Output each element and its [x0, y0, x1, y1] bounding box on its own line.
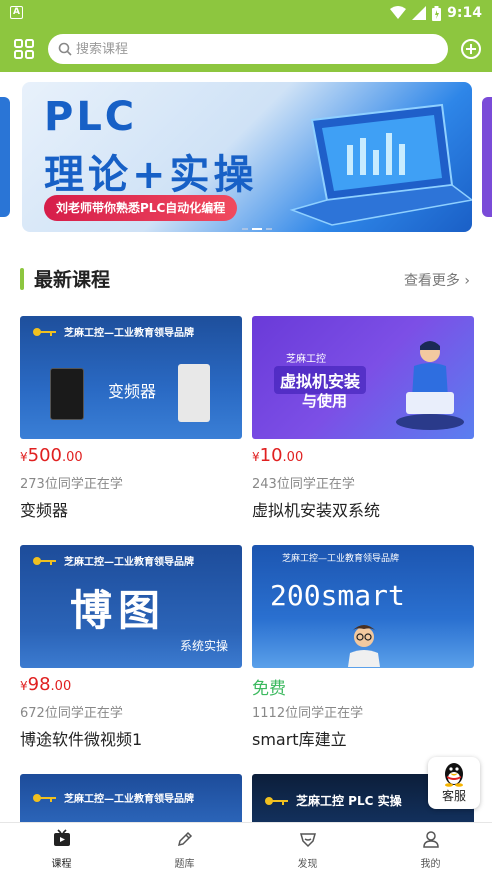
play-tv-icon [53, 829, 70, 846]
thumb-brand: 芝麻工控 PLC 实操 [264, 792, 402, 809]
grid-menu-icon[interactable] [10, 35, 38, 63]
learner-count: 1112位同学正在学 [252, 706, 364, 721]
chevron-right-icon: › [464, 273, 470, 289]
status-bar: A 9:14 [0, 0, 492, 26]
banner-prev-peek[interactable] [0, 97, 10, 217]
banner-slide[interactable]: PLC 理论+实操 刘老师带你熟悉PLC自动化编程 [22, 82, 472, 232]
plus-circle-icon[interactable] [457, 35, 485, 63]
view-more-link[interactable]: 查看更多 › [404, 270, 470, 290]
signal-icon [412, 6, 427, 20]
banner-next-peek[interactable] [482, 97, 492, 217]
course-name[interactable]: 博途软件微视频1 [20, 726, 242, 750]
view-more-label: 查看更多 [403, 273, 460, 289]
discover-shield-icon [299, 833, 316, 848]
qq-penguin-icon [445, 763, 463, 787]
course-thumbnail[interactable]: 芝麻工控—工业教育领导品牌 200smart [252, 545, 474, 668]
customer-service-button[interactable]: 客服 [428, 757, 480, 809]
course-thumbnail[interactable]: 芝麻工控—工业教育领导品牌 变频器 [20, 316, 242, 439]
course-price: ¥500.00 [20, 445, 83, 466]
course-card[interactable]: 芝麻工控—工业教育领导品牌 [20, 774, 242, 822]
person-laptop-illustration [396, 341, 464, 430]
banner-subtitle: 刘老师带你熟悉PLC自动化编程 [44, 195, 238, 221]
key-logo-icon [33, 327, 56, 336]
banner-line1: PLC [44, 94, 138, 140]
course-price: ¥10.00 [252, 445, 304, 466]
course-price: ¥98.00 [20, 674, 72, 695]
tab-label: 我的 [420, 859, 441, 870]
key-logo-icon [33, 793, 56, 802]
tab-profile[interactable]: 我的 [369, 823, 492, 872]
banner-carousel[interactable]: PLC 理论+实操 刘老师带你熟悉PLC自动化编程 [0, 72, 492, 242]
key-logo-icon [33, 556, 56, 565]
scientist-illustration [348, 625, 380, 667]
user-icon [422, 831, 439, 848]
course-thumbnail[interactable]: 芝麻工控 虚拟机安装 与使用 [252, 316, 474, 439]
course-card[interactable]: 芝麻工控—工业教育领导品牌 变频器 ¥500.00 273位同学正在学 变频器 [20, 316, 242, 521]
thumb-brand: 芝麻工控—工业教育领导品牌 [282, 554, 400, 564]
thumb-caption-2: 系统实操 [180, 639, 229, 653]
search-icon [58, 42, 72, 56]
top-bar [0, 26, 492, 72]
tab-discover[interactable]: 发现 [246, 823, 369, 872]
tab-question-bank[interactable]: 题库 [123, 823, 246, 872]
clock: 9:14 [447, 5, 482, 21]
thumb-brand: 芝麻工控—工业教育领导品牌 [32, 324, 194, 339]
thumb-brand: 芝麻工控 [286, 354, 326, 365]
course-thumbnail[interactable]: 芝麻工控—工业教育领导品牌 [20, 774, 242, 822]
course-price: 免费 [252, 679, 286, 699]
tab-label: 题库 [174, 859, 195, 870]
battery-icon [432, 5, 442, 21]
course-name[interactable]: smart库建立 [252, 726, 474, 750]
thumb-brand: 芝麻工控—工业教育领导品牌 [32, 553, 194, 568]
thumb-caption: 200smart [270, 579, 405, 612]
course-card[interactable]: 芝麻工控 虚拟机安装 与使用 ¥10.00 243位同学正在学 虚拟机安装双系统 [252, 316, 474, 521]
course-name[interactable]: 变频器 [20, 497, 242, 521]
learner-count: 273位同学正在学 [20, 477, 123, 492]
course-thumbnail[interactable]: 芝麻工控—工业教育领导品牌 博图 系统实操 [20, 545, 242, 668]
search-box[interactable] [48, 34, 448, 64]
banner-line2: 理论+实操 [44, 152, 258, 198]
tab-label: 课程 [51, 859, 72, 870]
customer-service-label: 客服 [441, 789, 466, 803]
thumb-brand: 芝麻工控—工业教育领导品牌 [32, 790, 194, 805]
app-notification-icon: A [10, 6, 23, 19]
search-input[interactable] [76, 41, 416, 57]
inverter-device-image [50, 368, 84, 420]
wifi-icon [390, 6, 407, 19]
laptop-illustration [289, 103, 472, 226]
pencil-icon [177, 831, 192, 847]
tab-courses[interactable]: 课程 [0, 823, 123, 872]
course-card[interactable]: 芝麻工控—工业教育领导品牌 博图 系统实操 ¥98.00 672位同学正在学 博… [20, 545, 242, 750]
tab-label: 发现 [297, 859, 318, 870]
section-accent-bar [20, 268, 24, 290]
learner-count: 243位同学正在学 [252, 477, 355, 492]
course-name[interactable]: 虚拟机安装双系统 [252, 497, 474, 521]
thumb-caption: 博图 [70, 586, 167, 635]
thumb-caption: 变频器 [108, 382, 157, 401]
key-logo-icon [265, 796, 288, 805]
thumb-caption-2: 与使用 [302, 392, 348, 410]
learner-count: 672位同学正在学 [20, 706, 123, 721]
course-card[interactable]: 芝麻工控—工业教育领导品牌 200smart 免费 1112位同学正在学 sma… [252, 545, 474, 750]
section-title: 最新课程 [34, 269, 111, 291]
bottom-tab-bar: 课程 题库 发现 我的 [0, 822, 492, 872]
inverter-device-image-2 [178, 364, 210, 422]
carousel-dots [242, 228, 272, 230]
latest-courses-header: 最新课程 查看更多 › [0, 250, 492, 310]
